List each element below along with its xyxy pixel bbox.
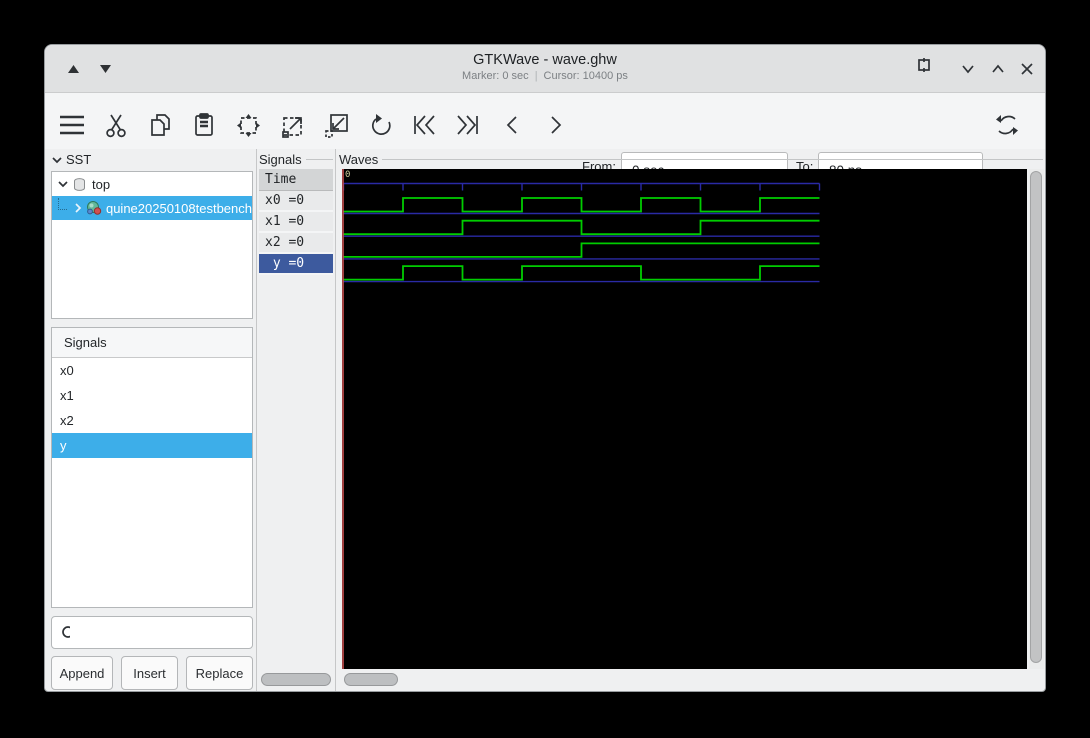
- menu-button[interactable]: [55, 108, 89, 142]
- pane-splitter-left[interactable]: [256, 149, 257, 691]
- tree-guide: [58, 198, 67, 210]
- step-left-icon: [497, 110, 527, 140]
- sst-expander-icon[interactable]: [51, 155, 63, 165]
- menu-icon: [57, 110, 87, 140]
- scrollbar-thumb[interactable]: [261, 673, 331, 686]
- tree-item-label: quine20250108testbench: [106, 201, 252, 216]
- fit-box-icon: [915, 56, 933, 74]
- signal-search-box[interactable]: [51, 616, 253, 649]
- tree-item-top[interactable]: top: [52, 172, 252, 196]
- paste-icon: [189, 110, 219, 140]
- expander-open-icon[interactable]: [56, 179, 70, 189]
- time-header[interactable]: Time: [259, 169, 333, 191]
- append-button[interactable]: Append: [51, 656, 113, 690]
- signals-hscrollbar[interactable]: [261, 673, 331, 687]
- shade-down-button[interactable]: [95, 59, 115, 79]
- reload-button[interactable]: [990, 108, 1024, 142]
- search-input[interactable]: [76, 625, 252, 640]
- wave-svg: [342, 169, 1027, 669]
- marker-status: Marker: 0 sec: [462, 70, 529, 82]
- cursor-status: Cursor: 10400 ps: [544, 70, 628, 82]
- signals-frame-label: Signals: [259, 152, 333, 167]
- tree-item-testbench[interactable]: quine20250108testbench: [52, 196, 252, 220]
- down-triangle-icon: [100, 65, 111, 73]
- wave-canvas[interactable]: 0: [342, 169, 1027, 669]
- scrollbar-thumb[interactable]: [1030, 171, 1042, 663]
- signals-values-list: Time x0 =0 x1 =0 x2 =0 y =0: [259, 169, 333, 275]
- cut-icon: [101, 110, 131, 140]
- timescale-origin-label: 0: [345, 170, 350, 180]
- signal-value-row-x2[interactable]: x2 =0: [259, 233, 333, 254]
- maximize-button[interactable]: [988, 59, 1008, 79]
- signal-search-frame: Signals x0 x1 x2 y: [51, 327, 253, 608]
- copy-icon: [145, 110, 175, 140]
- signal-value-row-x1[interactable]: x1 =0: [259, 212, 333, 233]
- window-title: GTKWave - wave.ghw: [45, 45, 1045, 68]
- magnifier-icon: [60, 624, 70, 642]
- chevron-down-icon: [960, 63, 976, 75]
- step-right-icon: [541, 110, 571, 140]
- gtkwave-window: GTKWave - wave.ghw Marker: 0 sec|Cursor:…: [44, 44, 1046, 692]
- tree-item-label: top: [92, 177, 110, 192]
- list-item-x2[interactable]: x2: [52, 408, 252, 433]
- paste-button[interactable]: [187, 108, 221, 142]
- jump-end-button[interactable]: [451, 108, 485, 142]
- zoom-in-arrow-icon: [321, 110, 351, 140]
- zoom-fit-button[interactable]: [231, 108, 265, 142]
- sst-frame-label: SST: [51, 152, 111, 167]
- list-item-x0[interactable]: x0: [52, 358, 252, 383]
- shade-up-button[interactable]: [63, 59, 83, 79]
- waves-frame-label: Waves: [339, 152, 1043, 167]
- jump-start-button[interactable]: [407, 108, 441, 142]
- zoom-out-arrow-icon: [277, 110, 307, 140]
- zoom-in-button[interactable]: [319, 108, 353, 142]
- scrollbar-thumb[interactable]: [344, 673, 398, 686]
- close-button[interactable]: [1017, 59, 1037, 79]
- status-separator: |: [529, 70, 544, 82]
- list-item-x1[interactable]: x1: [52, 383, 252, 408]
- titlebar[interactable]: GTKWave - wave.ghw Marker: 0 sec|Cursor:…: [45, 45, 1045, 93]
- sst-tree: top quine20250108testbench: [51, 171, 253, 319]
- chevron-up-icon: [990, 63, 1006, 75]
- insert-button[interactable]: Insert: [121, 656, 178, 690]
- undo-icon: [365, 110, 395, 140]
- step-left-button[interactable]: [495, 108, 529, 142]
- titlebar-status: Marker: 0 sec|Cursor: 10400 ps: [45, 68, 1045, 82]
- database-cylinder-icon: [72, 177, 88, 192]
- signal-search-header: Signals: [52, 328, 252, 358]
- module-spheres-icon: [86, 200, 102, 216]
- list-item-y[interactable]: y: [52, 433, 252, 458]
- zoom-fit-icon: [233, 110, 263, 140]
- replace-button[interactable]: Replace: [186, 656, 253, 690]
- step-right-button[interactable]: [539, 108, 573, 142]
- signal-value-row-y[interactable]: y =0: [259, 254, 333, 275]
- reload-icon: [992, 110, 1022, 140]
- zoom-out-button[interactable]: [275, 108, 309, 142]
- cut-button[interactable]: [99, 108, 133, 142]
- undo-button[interactable]: [363, 108, 397, 142]
- wave-vscrollbar[interactable]: [1029, 169, 1044, 669]
- close-icon: [1020, 62, 1034, 76]
- toolbar: From: To:: [45, 93, 1045, 149]
- wave-hscrollbar[interactable]: [342, 669, 1044, 690]
- jump-start-icon: [409, 110, 439, 140]
- signal-value-row-x0[interactable]: x0 =0: [259, 191, 333, 212]
- pane-splitter-right[interactable]: [335, 149, 336, 691]
- up-triangle-icon: [68, 65, 79, 73]
- expander-closed-icon[interactable]: [71, 202, 84, 214]
- copy-button[interactable]: [143, 108, 177, 142]
- minimize-button[interactable]: [958, 59, 978, 79]
- jump-end-icon: [453, 110, 483, 140]
- fit-window-button[interactable]: [914, 55, 934, 75]
